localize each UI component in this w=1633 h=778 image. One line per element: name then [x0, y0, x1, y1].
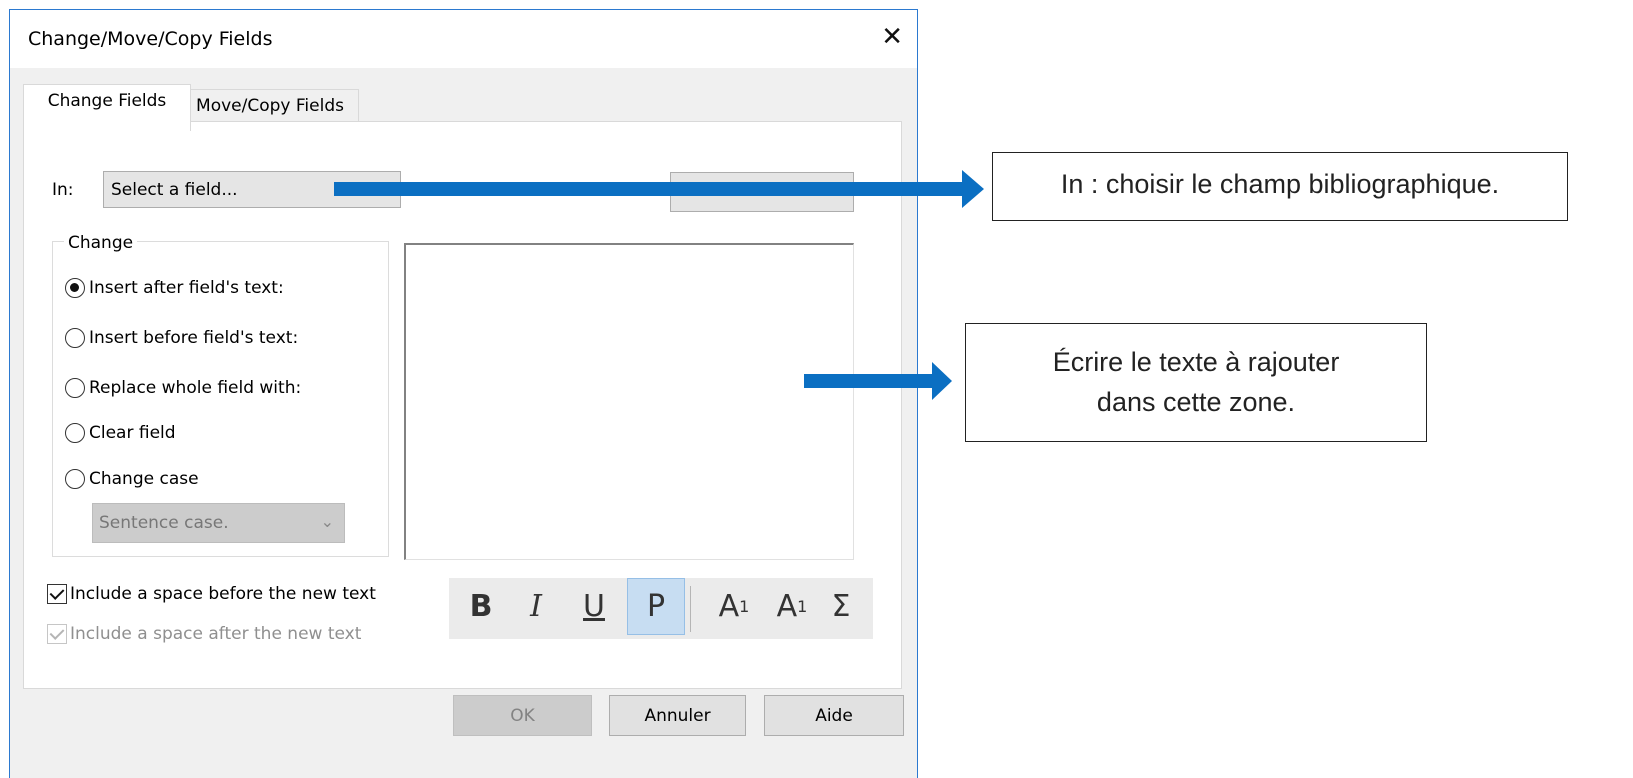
ok-button: OK — [453, 695, 592, 736]
cancel-button[interactable]: Annuler — [609, 695, 746, 736]
subscript-base: A — [776, 589, 798, 624]
radio-button[interactable] — [65, 423, 85, 443]
radio-change-case[interactable]: Change case — [65, 469, 199, 489]
checkbox-checked-disabled — [47, 624, 67, 644]
superscript-button[interactable]: A1 — [708, 578, 760, 635]
dialog-title: Change/Move/Copy Fields — [28, 28, 273, 50]
radio-insert-after[interactable]: Insert after field's text: — [65, 278, 284, 298]
case-select[interactable]: Sentence case. ⌄ — [92, 503, 345, 543]
case-select-value: Sentence case. — [99, 513, 229, 533]
radio-replace-field-label: Replace whole field with: — [89, 378, 302, 398]
change-group-label: Change — [64, 233, 138, 253]
in-label: In: — [52, 180, 74, 200]
radio-button-checked[interactable] — [65, 278, 85, 298]
radio-clear-field[interactable]: Clear field — [65, 423, 176, 443]
checkbox-checked[interactable] — [47, 584, 67, 604]
chevron-down-icon: ⌄ — [320, 512, 334, 531]
underline-button[interactable]: U — [574, 578, 614, 635]
checkbox-space-before[interactable]: Include a space before the new text — [47, 584, 376, 604]
callout-text-line1: Écrire le texte à rajouter — [1052, 347, 1340, 377]
textarea-arrow-icon — [804, 362, 952, 400]
plain-text-button[interactable]: P — [627, 578, 685, 635]
radio-button[interactable] — [65, 469, 85, 489]
checkbox-space-before-label: Include a space before the new text — [70, 584, 376, 604]
radio-clear-field-label: Clear field — [89, 423, 176, 443]
callout-text-line2: dans cette zone. — [1096, 387, 1296, 417]
close-icon[interactable]: ✕ — [881, 23, 903, 51]
radio-button[interactable] — [65, 378, 85, 398]
superscript-base: A — [718, 589, 740, 624]
format-toolbar: B I U P A1 A1 Σ — [449, 578, 873, 639]
tab-change-fields[interactable]: Change Fields — [23, 84, 191, 131]
callout-text-zone: Écrire le texte à rajouter dans cette zo… — [965, 323, 1427, 442]
checkbox-space-after: Include a space after the new text — [47, 624, 361, 644]
bold-button[interactable]: B — [461, 578, 501, 635]
radio-replace-field[interactable]: Replace whole field with: — [65, 378, 301, 398]
subscript-mark: 1 — [797, 597, 808, 616]
superscript-mark: 1 — [739, 597, 750, 616]
radio-insert-after-label: Insert after field's text: — [89, 278, 284, 298]
subscript-button[interactable]: A1 — [766, 578, 818, 635]
new-text-input[interactable] — [404, 243, 854, 560]
help-button[interactable]: Aide — [764, 695, 904, 736]
callout-field: In : choisir le champ bibliographique. — [992, 152, 1568, 221]
title-bar: Change/Move/Copy Fields ✕ — [10, 10, 917, 68]
radio-insert-before[interactable]: Insert before field's text: — [65, 328, 298, 348]
radio-insert-before-label: Insert before field's text: — [89, 328, 299, 348]
radio-button[interactable] — [65, 328, 85, 348]
italic-button[interactable]: I — [516, 578, 556, 635]
checkbox-space-after-label: Include a space after the new text — [70, 624, 362, 644]
toolbar-separator — [690, 586, 691, 632]
symbol-button[interactable]: Σ — [821, 578, 861, 635]
callout-field-text: In : choisir le champ bibliographique. — [1060, 169, 1500, 199]
radio-change-case-label: Change case — [89, 469, 199, 489]
field-arrow-icon — [334, 170, 984, 208]
